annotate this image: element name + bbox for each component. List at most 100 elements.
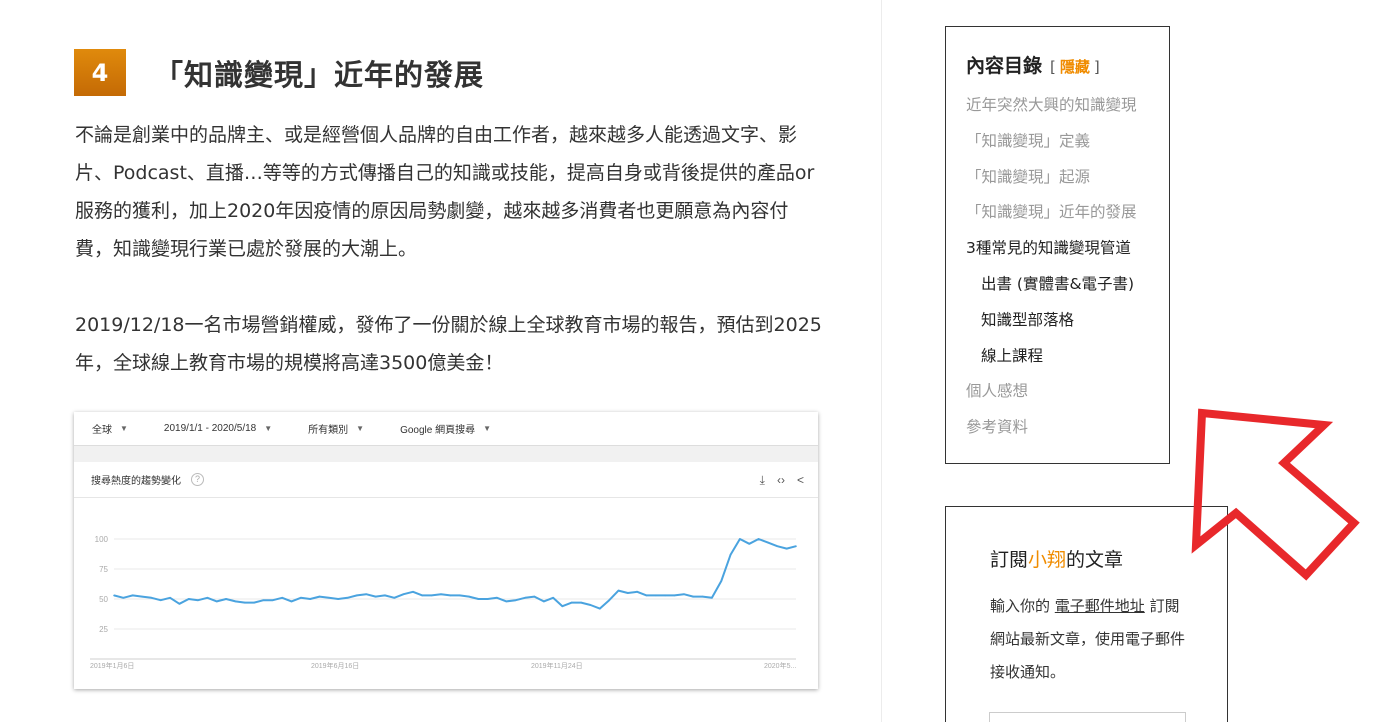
data-point xyxy=(113,594,115,597)
data-point xyxy=(673,594,676,597)
toc-list: 近年突然大興的知識變現 「知識變現」定義 「知識變現」起源 「知識變現」近年的發… xyxy=(966,88,1169,446)
data-point xyxy=(729,553,732,556)
data-point xyxy=(664,594,666,597)
data-point xyxy=(552,597,554,599)
article-paragraph-1: 不論是創業中的品牌主、或是經營個人品牌的自由工作者，越來越多人能透過文字、影片、… xyxy=(75,124,815,260)
data-point xyxy=(720,580,723,582)
data-point xyxy=(748,543,751,545)
trends-panel-title: 搜尋熱度的趨勢變化 xyxy=(91,476,181,487)
trends-filter-region: 全球 ▼ xyxy=(92,421,128,436)
download-icon: ⤓ xyxy=(759,473,765,487)
red-arrow-icon xyxy=(1191,408,1360,581)
data-point xyxy=(580,601,582,604)
toc-item-blog[interactable]: 知識型部落格 xyxy=(966,303,1169,339)
table-of-contents: 內容目錄 [隱藏] 近年突然大興的知識變現 「知識變現」定義 「知識變現」起源 … xyxy=(945,26,1170,464)
data-point xyxy=(477,598,480,600)
toc-header: 內容目錄 [隱藏] xyxy=(966,51,1169,78)
x-tick-label: 2019年1月6日 xyxy=(90,661,134,670)
data-point xyxy=(599,607,601,610)
data-point xyxy=(197,599,199,601)
data-point xyxy=(216,600,218,603)
trends-panel-header: 搜尋熱度的趨勢變化 ? ⤓ ‹› < xyxy=(74,462,818,498)
embed-icon: ‹› xyxy=(776,473,785,487)
x-tick-label: 2019年6月16日 xyxy=(311,661,359,670)
data-point xyxy=(655,594,657,597)
article-main: 4 「知識變現」近年的發展 不論是創業中的品牌主、或是經營個人品牌的自由工作者，… xyxy=(0,0,880,722)
caret-down-icon: ▼ xyxy=(264,424,273,433)
data-point xyxy=(318,595,321,598)
data-point xyxy=(272,599,274,601)
subscribe-title-suffix: 的文章 xyxy=(1066,549,1124,571)
data-point xyxy=(645,594,648,597)
data-point xyxy=(430,594,433,597)
toc-item-thoughts[interactable]: 個人感想 xyxy=(966,374,1169,410)
toc-title: 內容目錄 xyxy=(966,55,1043,77)
data-point xyxy=(449,594,452,597)
help-icon: ? xyxy=(191,473,204,486)
data-point xyxy=(683,593,685,595)
toc-toggle: [隱藏] xyxy=(1050,56,1100,77)
trends-line-chart: 100 75 50 25 2019年1月6日 2019年6月16日 2019年11月24日 2… xyxy=(90,535,797,670)
data-point xyxy=(627,592,629,594)
data-point xyxy=(458,594,461,597)
data-point xyxy=(711,597,713,599)
x-tick-label: 2019年11月24日 xyxy=(531,661,583,670)
data-point xyxy=(739,538,741,540)
toc-item-books[interactable]: 出書 (實體書&電子書) xyxy=(966,267,1169,303)
data-point xyxy=(187,598,190,600)
data-point xyxy=(533,595,536,598)
data-point xyxy=(300,597,302,599)
section-title: 「知識變現」近年的發展 xyxy=(154,57,485,92)
data-point xyxy=(776,545,779,547)
trends-filter-search-type: Google 網頁搜尋 ▼ xyxy=(400,421,491,436)
toc-item-online-course[interactable]: 線上課程 xyxy=(966,339,1169,375)
toc-hide-link[interactable]: 隱藏 xyxy=(1060,58,1090,76)
y-tick-label: 75 xyxy=(99,565,108,574)
data-point xyxy=(589,604,592,606)
data-point xyxy=(636,591,638,593)
filter-label: 2019/1/1 - 2020/5/18 xyxy=(163,423,257,434)
data-point xyxy=(328,597,330,599)
email-input[interactable] xyxy=(989,712,1186,722)
toc-item-channels[interactable]: 3種常見的知識變現管道 xyxy=(966,231,1169,267)
data-point xyxy=(692,595,694,598)
data-point xyxy=(767,541,769,544)
data-point xyxy=(356,594,358,597)
data-point xyxy=(505,600,508,603)
data-point xyxy=(514,599,517,601)
caret-down-icon: ▼ xyxy=(483,424,492,433)
y-tick-label: 100 xyxy=(95,535,109,544)
section-number-badge: 4 xyxy=(74,49,126,96)
data-point xyxy=(206,597,209,599)
data-point xyxy=(496,597,498,599)
trends-tools: ⤓ ‹› < xyxy=(760,473,804,488)
filter-label: 全球 xyxy=(92,425,112,436)
data-point xyxy=(234,600,237,603)
article-paragraph-2: 2019/12/18一名市場營銷權威，發佈了一份關於線上全球教育市場的報告，預估… xyxy=(75,314,822,374)
y-tick-label: 25 xyxy=(99,625,108,634)
toc-item-origin[interactable]: 「知識變現」起源 xyxy=(966,160,1169,196)
trends-gray-strip xyxy=(74,446,818,462)
filter-label: 所有類別 xyxy=(308,425,349,436)
subscribe-description: 輸入你的 電子郵件地址 訂閱網站最新文章，使用電子郵件接收通知。 xyxy=(990,590,1190,689)
data-point xyxy=(393,597,396,599)
data-point xyxy=(524,597,526,599)
toc-bracket: ] xyxy=(1093,58,1100,76)
data-point xyxy=(701,595,704,598)
toc-item-definition[interactable]: 「知識變現」定義 xyxy=(966,124,1169,160)
data-point xyxy=(421,594,424,597)
filter-label: Google 網頁搜尋 xyxy=(400,425,476,436)
data-point xyxy=(785,547,788,550)
data-point xyxy=(253,601,255,604)
email-address-link: 電子郵件地址 xyxy=(1054,597,1145,615)
data-point xyxy=(122,597,125,599)
data-point xyxy=(608,599,610,601)
toc-item-development[interactable]: 「知識變現」近年的發展 xyxy=(966,195,1169,231)
data-point xyxy=(795,545,797,547)
data-point xyxy=(178,603,181,605)
toc-item-references[interactable]: 參考資料 xyxy=(966,410,1169,446)
data-point xyxy=(225,598,227,600)
data-point xyxy=(290,600,293,603)
toc-item-rise[interactable]: 近年突然大興的知識變現 xyxy=(966,88,1169,124)
data-point xyxy=(141,595,143,598)
